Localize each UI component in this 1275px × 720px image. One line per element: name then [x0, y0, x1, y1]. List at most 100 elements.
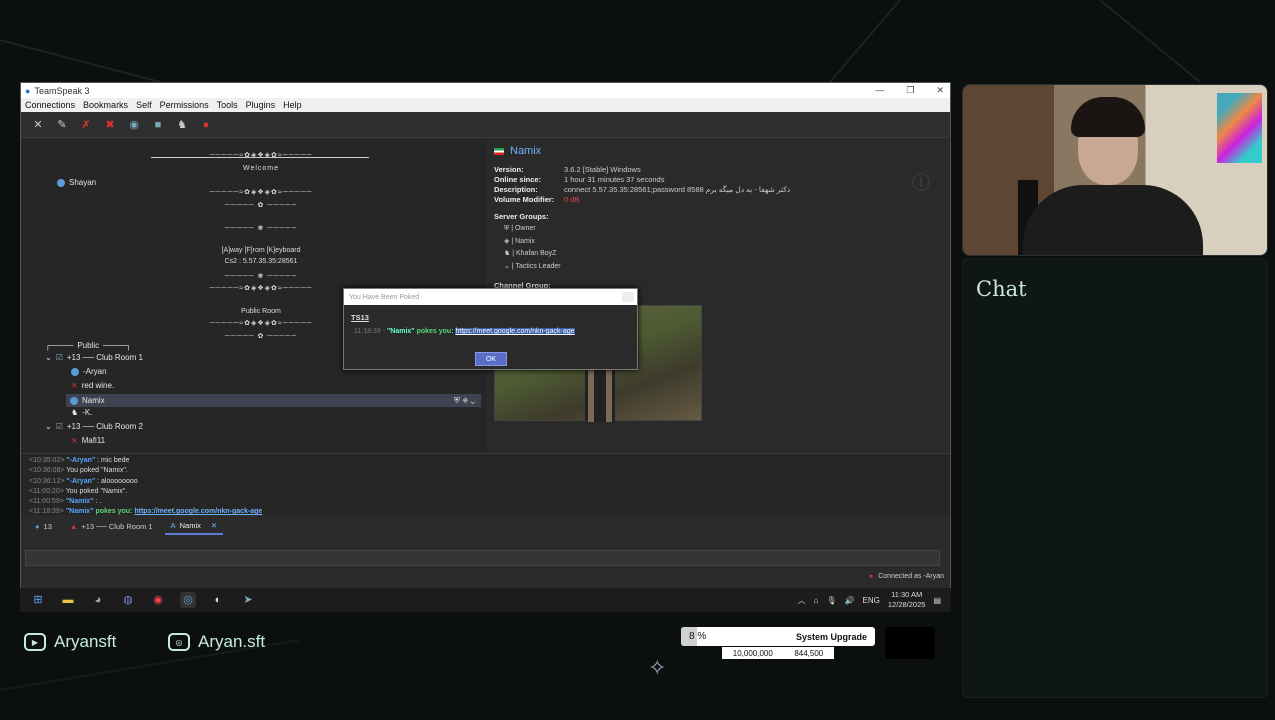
menu-help[interactable]: Help	[283, 100, 302, 110]
chevron-up-icon[interactable]: ︿	[798, 595, 806, 606]
away-icon[interactable]: ✎	[55, 118, 69, 132]
user-name: red wine.	[81, 381, 115, 390]
poke-close-button[interactable]	[622, 292, 634, 302]
notification-icon[interactable]: ▤	[933, 596, 941, 605]
expand-icon[interactable]: ⌄	[45, 353, 52, 362]
muted-icon: ⨯	[71, 381, 78, 390]
spacer-decoration: ─────≈✿◈❖◈✿≈─────	[209, 285, 313, 292]
system-tray: ︿ ⌂ 🎙 🔊 ENG 11:30 AM 12/28/2025 ▤	[798, 590, 951, 610]
chat-log-sender[interactable]: "-Aryan"	[66, 478, 97, 485]
window-titlebar[interactable]: ● TeamSpeak 3 — ❐ ✕	[21, 83, 950, 98]
connection-icon: ●	[869, 573, 874, 580]
avatar-icon[interactable]: ■	[151, 118, 165, 132]
chrome-icon[interactable]: ◉	[150, 592, 166, 608]
user-name: -K.	[82, 408, 93, 417]
overlay-box	[885, 627, 935, 659]
chat-log-message: : aloooooooo	[97, 477, 138, 485]
windows-start-icon[interactable]: ⊞	[30, 592, 46, 608]
menu-bookmarks[interactable]: Bookmarks	[83, 100, 128, 110]
menu-plugins[interactable]: Plugins	[246, 100, 276, 110]
close-tab-icon[interactable]: ✕	[211, 521, 217, 530]
chat-log-sender[interactable]: "-Aryan"	[66, 457, 97, 464]
app-icon[interactable]: ➤	[240, 592, 256, 608]
spacer-welcome[interactable]: Welcome	[151, 165, 371, 172]
network-icon[interactable]: ⌂	[814, 596, 819, 605]
close-button[interactable]: ✕	[936, 85, 944, 96]
tree-public-header[interactable]: ┌──── Public ────┐	[45, 341, 131, 350]
goal-amounts: 10,000,000 844,500	[722, 647, 834, 659]
disconnect-icon[interactable]: ✕	[31, 118, 45, 132]
user-status-icon: ♞	[71, 408, 79, 417]
poke-ok-button[interactable]: OK	[475, 352, 507, 366]
tab-channel[interactable]: ▲ +13 ── Club Room 1	[64, 517, 159, 535]
teamspeak-icon[interactable]: ◎	[180, 592, 196, 608]
obs-icon[interactable]: ◐	[210, 592, 226, 608]
tree-club-room-2[interactable]: ⌄ ☑ +13 ── Club Room 2	[45, 422, 143, 431]
poke-link[interactable]: https://meet.google.com/nkn-gack-age	[455, 328, 575, 335]
poke-sender[interactable]: "Namix"	[387, 328, 415, 335]
chat-log-sender[interactable]: "Namix"	[66, 498, 96, 505]
file-explorer-icon[interactable]: ▬	[60, 592, 76, 608]
webcam-feed	[962, 84, 1268, 256]
tree-user-red-wine[interactable]: ⨯ red wine.	[71, 381, 114, 390]
menu-self[interactable]: Self	[136, 100, 152, 110]
microphone-icon[interactable]: 🎙	[826, 596, 836, 605]
chat-log-time: <11:00:59>	[29, 498, 66, 506]
spacer-decoration: ───── ✿ ─────	[224, 202, 298, 209]
tab-server[interactable]: ● 13	[29, 517, 58, 535]
user-name: Shayan	[69, 178, 97, 187]
version-value: 3.6.2 [Stable] Windows	[564, 165, 641, 174]
minimize-button[interactable]: —	[875, 85, 884, 96]
channel-afk[interactable]: [A]way [F]rom [K]eyboard	[151, 247, 371, 254]
mute-microphone-icon[interactable]: ✗	[79, 118, 93, 132]
menu-tools[interactable]: Tools	[217, 100, 238, 110]
menu-connections[interactable]: Connections	[25, 100, 75, 110]
clock[interactable]: 11:30 AM 12/28/2025	[888, 590, 926, 610]
channel-public-room[interactable]: Public Room	[151, 308, 371, 315]
goal-label: System Upgrade	[795, 631, 867, 642]
client-details: Version: 3.6.2 [Stable] Windows Online s…	[494, 165, 942, 204]
server-groups-label: Server Groups:	[494, 212, 549, 221]
steam-icon[interactable]: ◕	[90, 592, 106, 608]
chat-log-sender[interactable]: "Namix"	[66, 508, 96, 515]
poke-dialog-title: You Have Been Poked	[349, 293, 420, 301]
alert-icon[interactable]: ●	[199, 118, 213, 132]
volume-label: Volume Modifier:	[494, 195, 555, 204]
discord-icon[interactable]: ◍	[120, 592, 136, 608]
mute-speakers-icon[interactable]: ✖	[103, 118, 117, 132]
taskbar: ⊞ ▬ ◕ ◍ ◉ ◎ ◐ ➤ ︿ ⌂ 🎙 🔊 ENG 11:30 AM 12/…	[20, 588, 951, 612]
clock-date: 12/28/2025	[887, 600, 926, 609]
channel-icon: ▲	[69, 521, 78, 531]
window-title: TeamSpeak 3	[34, 85, 90, 96]
expand-icon[interactable]: ⌄	[45, 422, 52, 431]
language-indicator[interactable]: ENG	[863, 596, 880, 605]
teamspeak-logo-icon: ●	[25, 85, 31, 96]
subscribe-icon[interactable]: ◉	[127, 118, 141, 132]
chat-log-time: <10:36:08>	[29, 467, 67, 475]
chat-log-message: You poked "Namix".	[66, 467, 128, 475]
poke-message: 11:18:39 - "Namix" pokes you: https://me…	[354, 328, 637, 335]
volume-icon[interactable]: 🔊	[845, 596, 855, 605]
instagram-name: Aryan.sft	[198, 632, 266, 651]
tab-private-namix[interactable]: A Namix ✕	[164, 517, 224, 535]
tree-user-aryan[interactable]: -Aryan	[71, 367, 107, 376]
tree-user-k[interactable]: ♞ -K.	[71, 408, 92, 417]
chat-log-link[interactable]: https://meet.google.com/nkn-gack-age	[134, 508, 262, 515]
whisper-icon[interactable]: ♞	[175, 118, 189, 132]
chat-input[interactable]	[25, 550, 940, 566]
tree-user-shayan[interactable]: Shayan	[57, 178, 96, 187]
person-body	[1023, 185, 1203, 255]
clock-time: 11:30 AM	[891, 590, 923, 599]
channel-afk-sub: Cs2 : 5.57.35.35:28561	[224, 258, 298, 265]
tree-user-mafi[interactable]: ⨯ Mafi11	[71, 436, 105, 445]
poke-dialog-titlebar: You Have Been Poked	[344, 289, 637, 305]
donation-goal: 8 % System Upgrade	[681, 627, 875, 646]
maximize-button[interactable]: ❐	[906, 85, 914, 96]
user-name: -Aryan	[83, 367, 107, 376]
chat-log-time: <11:00:20>	[29, 487, 66, 495]
person-hair	[1071, 97, 1145, 137]
tree-club-room-1[interactable]: ⌄ ☑ +13 ── Club Room 1	[45, 353, 143, 362]
tree-user-namix[interactable]: Namix ⛨ ◈ ⌄	[66, 394, 481, 407]
menu-permissions[interactable]: Permissions	[160, 100, 209, 110]
youtube-handle: ▶ Aryansft	[24, 632, 116, 652]
